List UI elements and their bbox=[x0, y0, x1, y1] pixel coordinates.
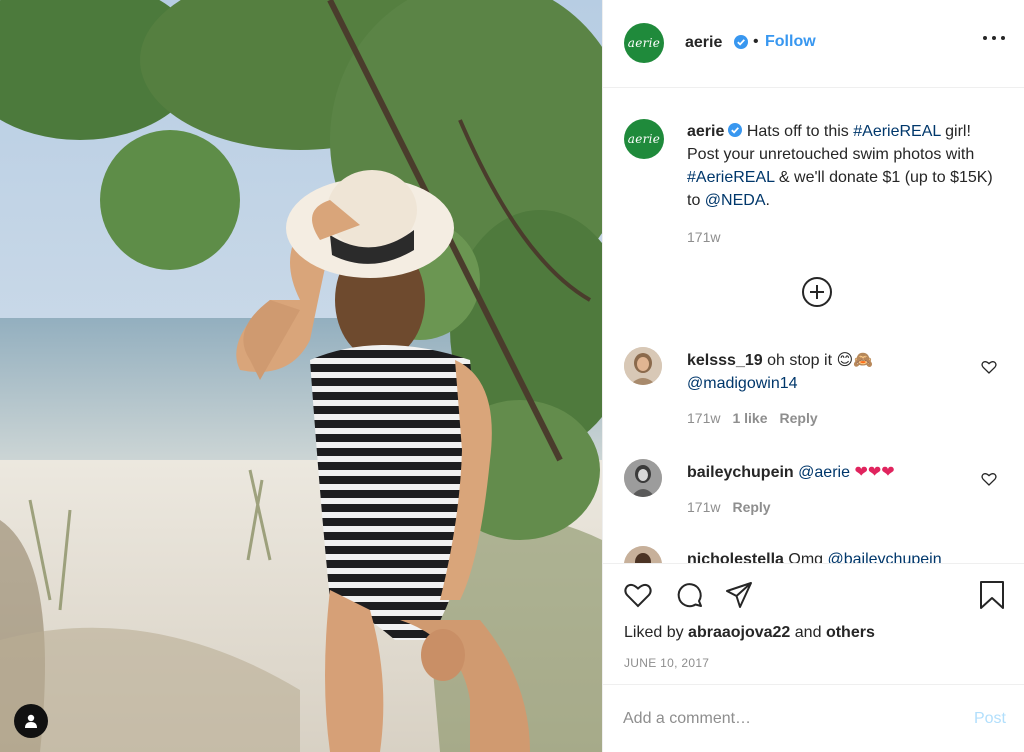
comment-input[interactable] bbox=[623, 707, 943, 731]
verified-badge-icon bbox=[730, 35, 748, 53]
verified-badge-icon bbox=[728, 123, 743, 137]
liked-by-user[interactable]: abraaojova22 bbox=[688, 624, 790, 641]
share-icon[interactable] bbox=[724, 580, 754, 610]
comment-box: Post bbox=[603, 684, 1024, 752]
commenter-avatar[interactable] bbox=[624, 546, 662, 563]
hashtag-link[interactable]: #AerieREAL bbox=[853, 123, 940, 140]
caption-handle[interactable]: aerie bbox=[687, 123, 724, 140]
comment-body: oh stop it bbox=[767, 352, 833, 369]
user-tag-button[interactable] bbox=[14, 704, 48, 738]
heart-icon[interactable] bbox=[623, 580, 653, 610]
comment-timestamp[interactable]: 171w bbox=[687, 410, 720, 426]
account-avatar[interactable]: aerie bbox=[624, 23, 664, 63]
commenter-username[interactable]: kelsss_19 bbox=[687, 352, 763, 369]
comment-meta: 171w 1 like Reply bbox=[687, 410, 830, 426]
caption-avatar-logo-text: aerie bbox=[627, 132, 661, 146]
comment-emojis: ❤❤❤ bbox=[854, 464, 895, 481]
beach-photo-image bbox=[0, 0, 602, 752]
hashtag-link[interactable]: #AerieREAL bbox=[687, 169, 774, 186]
heart-icon[interactable] bbox=[981, 471, 997, 487]
heart-icon[interactable] bbox=[981, 359, 997, 375]
user-tag-icon bbox=[25, 714, 37, 728]
commenter-username[interactable]: nicholestella bbox=[687, 551, 784, 563]
mention-link[interactable]: @NEDA bbox=[705, 192, 766, 209]
caption-avatar[interactable]: aerie bbox=[624, 119, 664, 159]
account-handle[interactable]: aerie bbox=[685, 34, 722, 52]
comment-text: baileychupein @aerie ❤❤❤ bbox=[687, 461, 987, 484]
reply-button[interactable]: Reply bbox=[780, 410, 818, 426]
post-photo[interactable] bbox=[0, 0, 602, 752]
post-date[interactable]: JUNE 10, 2017 bbox=[624, 656, 709, 670]
commenter-avatar[interactable] bbox=[624, 459, 662, 497]
comments-list[interactable]: aerie aerie Hats off to this #AerieREAL … bbox=[603, 89, 1024, 563]
comment-body: Omg bbox=[788, 551, 824, 563]
post-header: aerie aerie • Follow bbox=[603, 0, 1024, 88]
post-actions: Liked by abraaojova22 and others JUNE 10… bbox=[603, 563, 1024, 683]
caption-part: Hats off to this bbox=[746, 123, 854, 140]
liked-by-others[interactable]: others bbox=[826, 624, 875, 641]
comment-meta: 171w Reply bbox=[687, 499, 783, 515]
mention-link[interactable]: @aerie bbox=[798, 464, 850, 481]
avatar-logo-text: aerie bbox=[627, 36, 661, 50]
comment-timestamp[interactable]: 171w bbox=[687, 499, 720, 515]
commenter-avatar[interactable] bbox=[624, 347, 662, 385]
reply-button[interactable]: Reply bbox=[732, 499, 770, 515]
load-more-plus-icon[interactable] bbox=[801, 276, 833, 308]
post-side-panel: aerie aerie • Follow aerie aerie Hats of… bbox=[602, 0, 1024, 752]
mention-link[interactable]: @baileychupein bbox=[828, 551, 942, 563]
comment-text: nicholestella Omg @baileychupein bbox=[687, 548, 987, 563]
commenter-username[interactable]: baileychupein bbox=[687, 464, 794, 481]
comment-icon[interactable] bbox=[674, 580, 704, 610]
liked-by-prefix: Liked by bbox=[624, 624, 684, 641]
liked-by-conjunction: and bbox=[794, 624, 822, 641]
comment-likes[interactable]: 1 like bbox=[732, 410, 767, 426]
caption-text: aerie Hats off to this #AerieREAL girl! … bbox=[687, 120, 1005, 212]
header-separator: • bbox=[753, 33, 759, 50]
caption-part: . bbox=[765, 192, 770, 209]
caption-timestamp[interactable]: 171w bbox=[687, 229, 720, 245]
bookmark-icon[interactable] bbox=[977, 580, 1007, 610]
more-options-icon[interactable] bbox=[983, 36, 1005, 50]
comment-emojis: 😊🙈 bbox=[836, 352, 874, 369]
liked-by-text: Liked by abraaojova22 and others bbox=[624, 624, 875, 642]
mention-link[interactable]: @madigowin14 bbox=[687, 375, 798, 392]
follow-button[interactable]: Follow bbox=[765, 33, 816, 51]
comment-text: kelsss_19 oh stop it 😊🙈 @madigowin14 bbox=[687, 349, 987, 395]
post-comment-button[interactable]: Post bbox=[974, 710, 1006, 728]
